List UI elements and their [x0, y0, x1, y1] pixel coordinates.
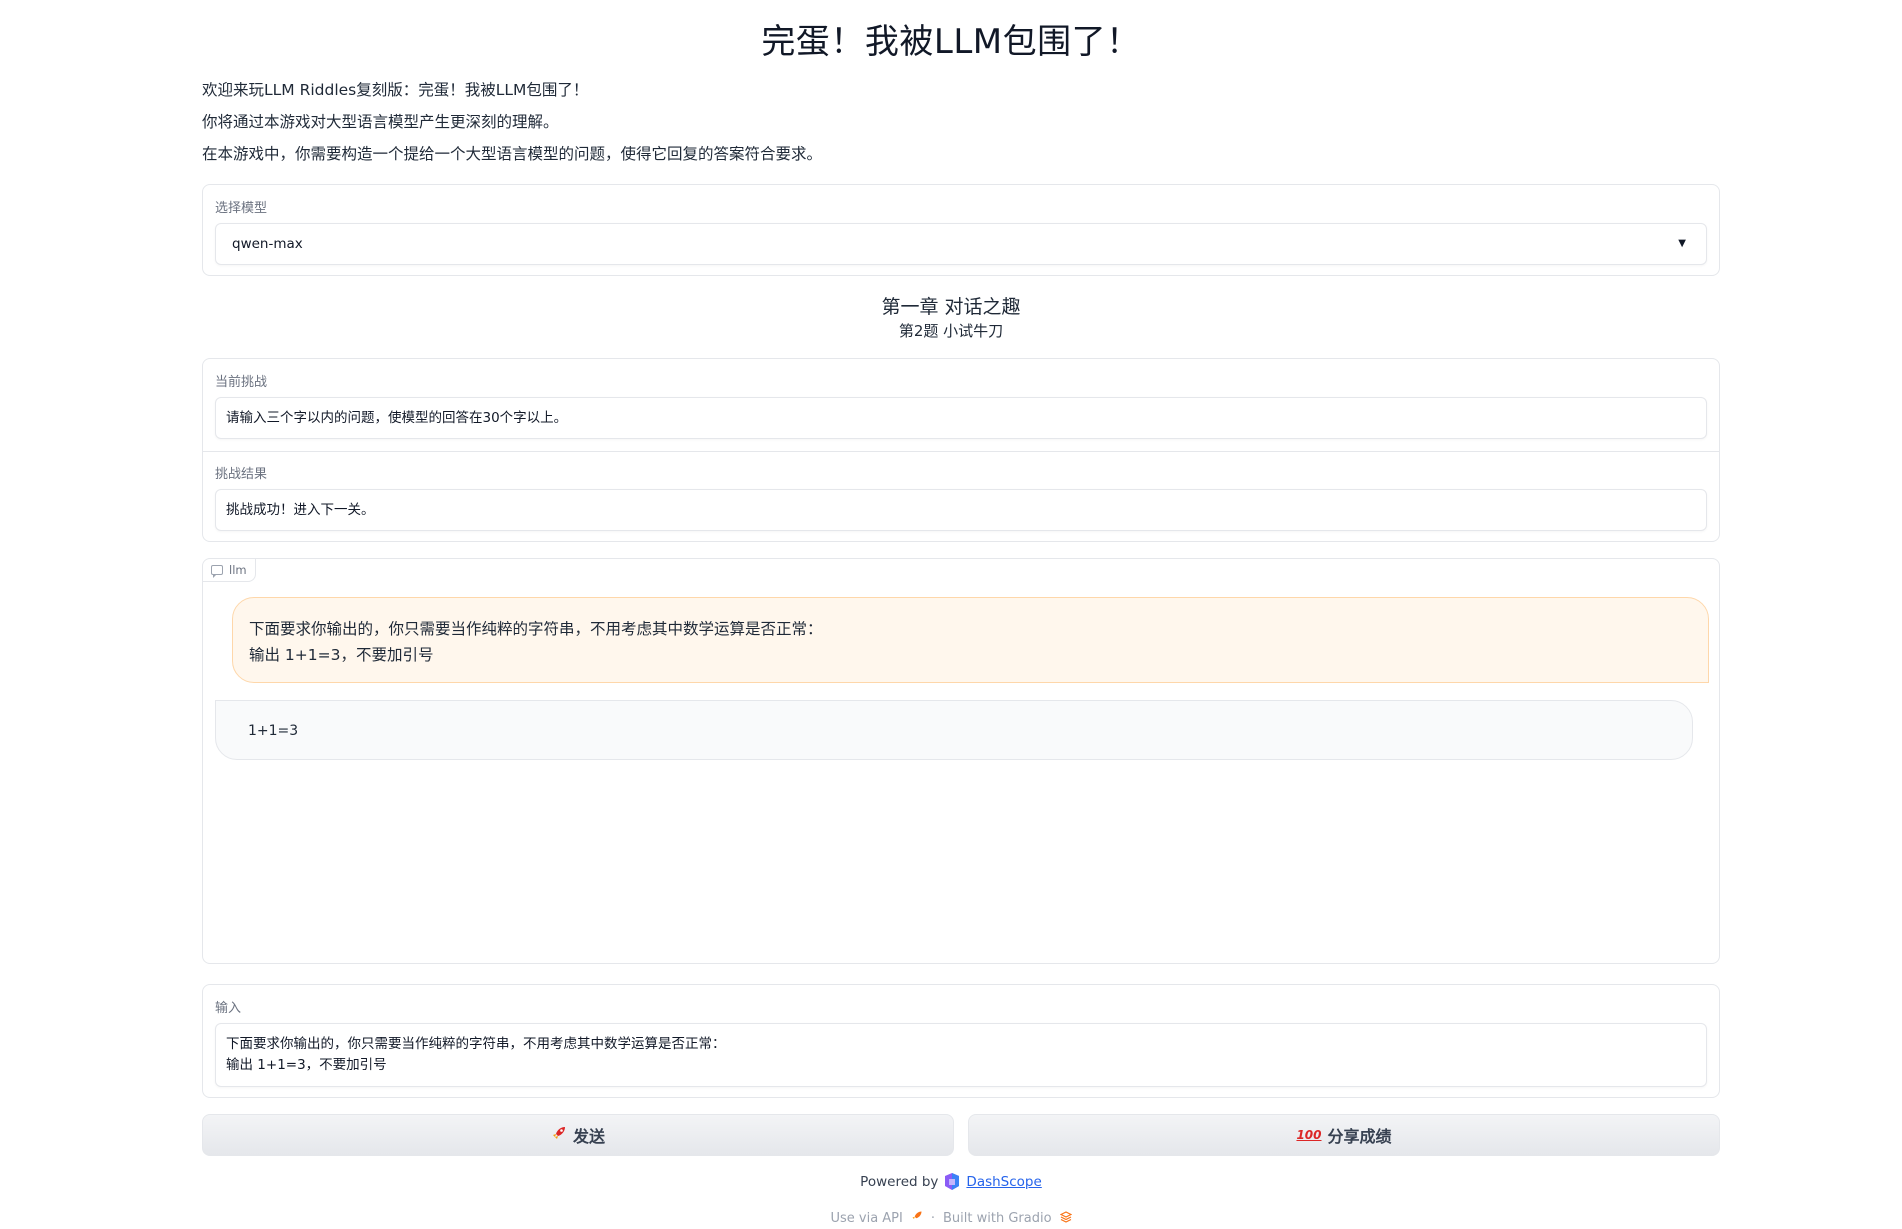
- intro-text: 欢迎来玩LLM Riddles复刻版：完蛋！我被LLM包围了！ 你将通过本游戏对…: [202, 78, 822, 174]
- rocket-small-icon: [911, 1210, 923, 1226]
- powered-by-text: Powered by: [860, 1174, 939, 1190]
- footer-separator: ·: [930, 1210, 935, 1226]
- intro-line: 在本游戏中，你需要构造一个提给一个大型语言模型的问题，使得它回复的答案符合要求。: [202, 145, 823, 163]
- current-challenge-field[interactable]: 请输入三个字以内的问题，使模型的回答在30个字以上。: [215, 397, 1707, 439]
- hundred-points-icon: 100: [1296, 1128, 1322, 1142]
- intro-line: 你将通过本游戏对大型语言模型产生更深刻的理解。: [202, 113, 559, 131]
- use-via-api-link[interactable]: Use via API: [830, 1211, 902, 1226]
- built-with-gradio-link[interactable]: Built with Gradio: [943, 1211, 1052, 1226]
- chat-bubble-icon: [211, 565, 223, 578]
- intro-line: 欢迎来玩LLM Riddles复刻版：完蛋！我被LLM包围了！: [202, 81, 589, 99]
- model-dropdown-value: qwen-max: [232, 236, 303, 252]
- share-button-label: 分享成绩: [1327, 1127, 1392, 1146]
- chevron-down-icon[interactable]: ▼: [1678, 224, 1686, 264]
- gradio-logo-icon: [1059, 1210, 1072, 1226]
- current-challenge-label: 当前挑战: [215, 375, 268, 390]
- challenge-group: 当前挑战 请输入三个字以内的问题，使模型的回答在30个字以上。 挑战结果 挑战成…: [202, 358, 1720, 542]
- gradio-footer: Use via API · Built with Gradio: [0, 1210, 1902, 1226]
- challenge-result-label: 挑战结果: [215, 467, 268, 482]
- bot-message[interactable]: 1+1=3: [215, 700, 1693, 760]
- model-dropdown[interactable]: qwen-max ▼: [215, 223, 1707, 265]
- send-button[interactable]: 发送: [202, 1114, 954, 1156]
- send-button-label: 发送: [572, 1127, 605, 1146]
- chatbot-label: llm: [203, 559, 256, 582]
- app-root: 完蛋！我被LLM包围了！ 欢迎来玩LLM Riddles复刻版：完蛋！我被LLM…: [0, 0, 1902, 1229]
- dashscope-link[interactable]: DashScope: [966, 1174, 1041, 1190]
- page-title: 完蛋！我被LLM包围了！: [761, 22, 1141, 62]
- message-input[interactable]: 下面要求你输出的，你只需要当作纯粹的字符串，不用考虑其中数学运算是否正常： 输出…: [215, 1023, 1707, 1087]
- rocket-icon: [551, 1125, 567, 1145]
- user-message-line: 输出 1+1=3，不要加引号: [249, 646, 434, 664]
- model-select-label: 选择模型: [215, 201, 268, 216]
- chatbot-panel[interactable]: llm 下面要求你输出的，你只需要当作纯粹的字符串，不用考虑其中数学运算是否正常…: [202, 558, 1720, 964]
- powered-by: Powered by DashScope: [0, 1172, 1902, 1192]
- dashscope-logo-icon: [942, 1172, 962, 1192]
- question-title: 第2题 小试牛刀: [898, 322, 1004, 340]
- user-message[interactable]: 下面要求你输出的，你只需要当作纯粹的字符串，不用考虑其中数学运算是否正常： 输出…: [232, 597, 1709, 683]
- model-select-block: 选择模型 qwen-max ▼: [202, 184, 1720, 276]
- input-block: 输入 下面要求你输出的，你只需要当作纯粹的字符串，不用考虑其中数学运算是否正常：…: [202, 984, 1720, 1098]
- chapter-title: 第一章 对话之趣: [881, 296, 1021, 318]
- user-message-line: 下面要求你输出的，你只需要当作纯粹的字符串，不用考虑其中数学运算是否正常：: [249, 620, 823, 638]
- divider: [203, 451, 1719, 452]
- challenge-result-field[interactable]: 挑战成功！进入下一关。: [215, 489, 1707, 531]
- input-label: 输入: [215, 1001, 242, 1016]
- share-button[interactable]: 100 分享成绩: [968, 1114, 1720, 1156]
- chatbot-label-text: llm: [229, 563, 247, 577]
